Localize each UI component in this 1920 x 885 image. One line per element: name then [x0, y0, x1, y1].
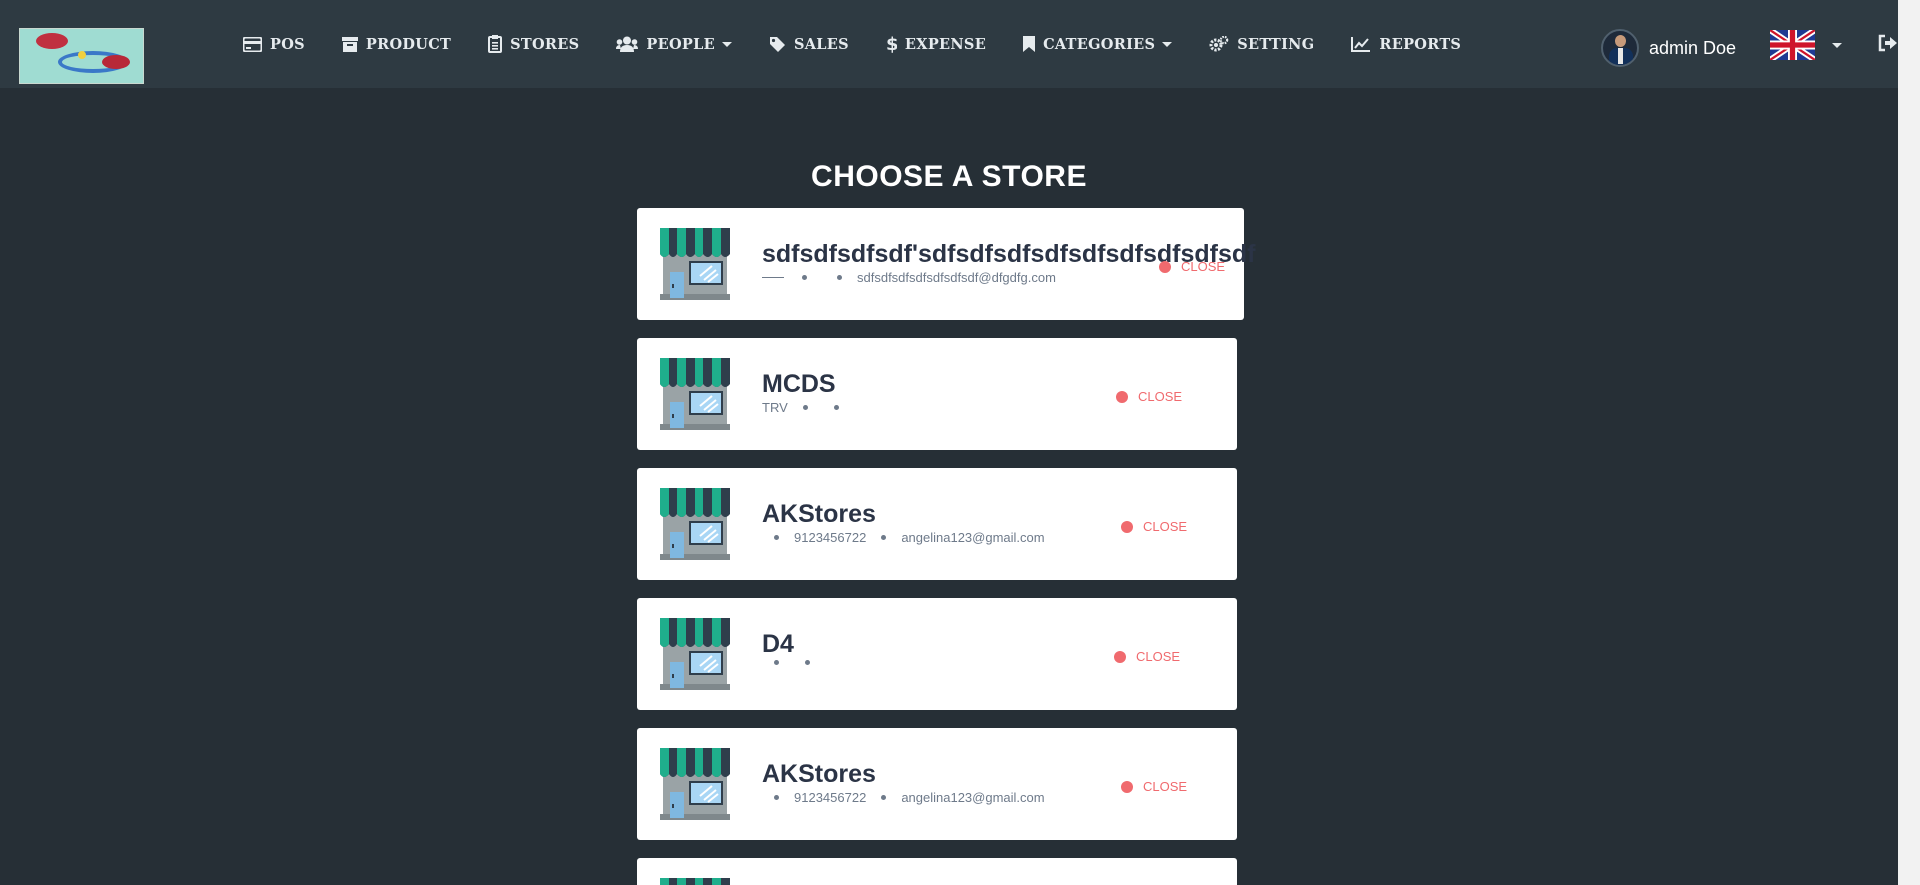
logout-icon[interactable]	[1878, 34, 1898, 52]
status-label: CLOSE	[1143, 519, 1188, 534]
status-dot	[1159, 260, 1171, 273]
nav-categories-label: CATEGORIES	[1043, 35, 1156, 53]
status-badge: CLOSE	[1121, 519, 1187, 534]
credit-card-icon	[243, 36, 262, 52]
store-details: TRV	[762, 400, 854, 415]
nav-categories[interactable]: CATEGORIES	[1023, 35, 1173, 53]
separator-dot	[837, 275, 842, 280]
brand-logo[interactable]	[19, 28, 144, 84]
status-label: CLOSE	[1181, 259, 1226, 274]
status-dot	[1121, 780, 1133, 793]
chevron-down-icon	[1162, 41, 1173, 47]
store-city: TRV	[762, 400, 788, 415]
store-icon	[660, 488, 730, 560]
store-icon	[660, 228, 730, 300]
avatar[interactable]	[1601, 29, 1639, 67]
status-dot	[1121, 520, 1133, 533]
separator-dot	[833, 405, 839, 410]
store-details: sdfsdfsdfsdfsdfsdfsdf@dfgdfg.com	[762, 270, 1056, 285]
nav-expense[interactable]: $ EXPENSE	[886, 35, 986, 53]
chevron-down-icon	[721, 41, 732, 47]
store-card[interactable]	[637, 858, 1237, 885]
cogs-icon	[1209, 36, 1229, 52]
status-badge: CLOSE	[1114, 649, 1180, 664]
store-card[interactable]: MCDS TRV CLOSE	[637, 338, 1237, 450]
store-email: sdfsdfsdfsdfsdfsdfsdf@dfgdfg.com	[857, 270, 1056, 285]
users-icon	[616, 36, 639, 52]
store-phone: 9123456722	[794, 530, 867, 545]
uk-flag-icon[interactable]	[1770, 30, 1815, 60]
status-label: CLOSE	[1136, 649, 1181, 664]
separator-dot	[881, 795, 887, 800]
clipboard-icon	[488, 35, 503, 53]
store-details: 9123456722 angelina123@gmail.com	[762, 790, 1045, 805]
nav-pos-label: POS	[270, 35, 305, 53]
store-name: AKStores	[762, 760, 876, 788]
store-email: angelina123@gmail.com	[901, 530, 1045, 545]
archive-icon	[341, 36, 358, 52]
nav-pos[interactable]: POS	[243, 36, 305, 53]
store-card[interactable]: D4 CLOSE	[637, 598, 1237, 710]
main-nav: POS PRODUCT STORES PEOPLE SALES $ EXPENS…	[243, 33, 1498, 55]
nav-sales[interactable]: SALES	[769, 36, 849, 53]
store-icon	[660, 618, 730, 690]
top-navbar: POS PRODUCT STORES PEOPLE SALES $ EXPENS…	[0, 0, 1898, 88]
nav-setting[interactable]: SETTING	[1209, 36, 1314, 53]
nav-product-label: PRODUCT	[365, 35, 452, 53]
language-dropdown-icon[interactable]	[1832, 43, 1842, 48]
nav-stores-label: STORES	[510, 35, 580, 53]
separator-dot	[774, 535, 779, 540]
store-email: angelina123@gmail.com	[901, 790, 1045, 805]
page-title: CHOOSE A STORE	[811, 160, 1087, 193]
store-city	[762, 277, 784, 278]
separator-dot	[881, 535, 887, 540]
store-icon	[660, 748, 730, 820]
nav-product[interactable]: PRODUCT	[341, 35, 452, 53]
username: admin Doe	[1649, 37, 1737, 58]
status-dot	[1116, 390, 1128, 403]
nav-reports[interactable]: REPORTS	[1351, 36, 1461, 53]
status-label: CLOSE	[1143, 779, 1188, 794]
page-scrollbar[interactable]	[1898, 0, 1920, 885]
status-badge: CLOSE	[1121, 779, 1187, 794]
store-name: D4	[762, 630, 794, 658]
store-card[interactable]: AKStores 9123456722 angelina123@gmail.co…	[637, 728, 1237, 840]
store-details: 9123456722 angelina123@gmail.com	[762, 530, 1045, 545]
status-dot	[1114, 650, 1126, 663]
nav-people[interactable]: PEOPLE	[616, 36, 732, 53]
nav-setting-label: SETTING	[1237, 35, 1315, 53]
nav-sales-label: SALES	[793, 35, 849, 53]
separator-dot	[774, 795, 779, 800]
status-label: CLOSE	[1138, 389, 1183, 404]
dollar-icon: $	[886, 35, 897, 53]
status-badge: CLOSE	[1159, 259, 1225, 274]
store-card[interactable]: sdfsdfsdfsdf'sdfsdfsdfsdfsdfsdfsdfsdfsdf…	[637, 208, 1255, 320]
nav-expense-label: EXPENSE	[904, 35, 987, 53]
separator-dot	[802, 405, 808, 410]
user-menu[interactable]: admin Doe	[1601, 29, 1736, 67]
status-badge: CLOSE	[1116, 389, 1182, 404]
store-icon	[660, 878, 730, 885]
store-phone: 9123456722	[794, 790, 867, 805]
nav-stores[interactable]: STORES	[488, 35, 579, 53]
store-card[interactable]: AKStores 9123456722 angelina123@gmail.co…	[637, 468, 1237, 580]
store-name: AKStores	[762, 500, 876, 528]
separator-dot	[805, 660, 810, 665]
nav-people-label: PEOPLE	[646, 35, 715, 53]
tag-icon	[769, 36, 785, 52]
line-chart-icon	[1351, 37, 1371, 52]
separator-dot	[774, 660, 779, 665]
store-name: MCDS	[762, 370, 836, 398]
store-icon	[660, 358, 730, 430]
bookmark-icon	[1023, 36, 1036, 52]
nav-reports-label: REPORTS	[1379, 35, 1462, 53]
store-details	[762, 660, 825, 665]
svg-text:$: $	[886, 35, 897, 53]
separator-dot	[802, 275, 807, 280]
